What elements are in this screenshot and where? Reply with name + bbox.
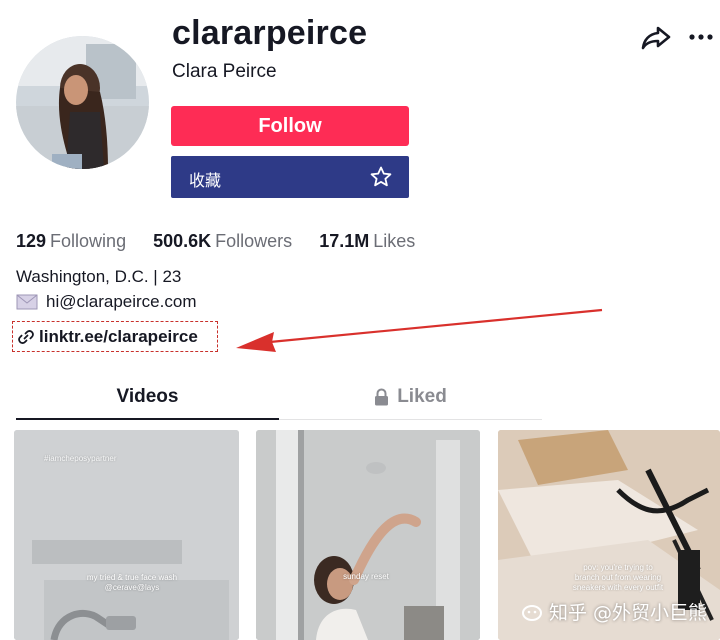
bio-location: Washington, D.C. | 23 [16,267,182,286]
bio-link-text: linktr.ee/clarapeirce [39,326,198,346]
stat-following[interactable]: 129 Following [16,231,126,252]
share-button[interactable] [640,24,672,52]
tab-liked[interactable]: Liked [279,380,542,420]
video-thumbnail[interactable]: sunday reset [256,430,480,640]
video-2-scene [256,430,480,640]
avatar[interactable] [16,36,149,169]
video-thumbnail[interactable]: #iamcheposypartner my tried & true face … [14,430,239,640]
username: clararpeirce [172,14,368,52]
stat-label: Likes [373,231,416,251]
stat-followers[interactable]: 500.6K Followers [153,231,292,252]
bio-link[interactable]: linktr.ee/clarapeirce [12,321,218,352]
follow-button[interactable]: Follow [171,106,409,146]
stat-label: Followers [215,231,293,251]
video-caption: my tried & true face wash @cerave@lays [86,573,178,592]
stat-value: 500.6K [153,231,212,251]
stat-value: 17.1M [319,231,370,251]
mail-icon [16,294,38,310]
bio-email-row: hi@clarapeirce.com [16,292,196,312]
watermark: 知乎 @外贸小巨熊 [521,598,707,625]
more-options-button[interactable] [686,26,716,48]
stat-label: Following [50,231,127,251]
watermark-icon [522,604,542,621]
lock-icon [375,388,389,406]
share-icon [641,26,671,50]
favorite-label: 收藏 [189,171,222,190]
video-caption: sunday reset [343,572,389,581]
more-icon [689,34,713,40]
tab-videos[interactable]: Videos [16,380,279,420]
active-tab-indicator [16,418,279,420]
stat-likes: 17.1M Likes [319,231,415,252]
link-icon [18,329,34,344]
stat-value: 129 [16,231,47,251]
tab-liked-label: Liked [397,386,447,407]
avatar-photo [16,36,149,169]
video-caption: pov: you're trying to branch out from we… [572,563,664,592]
profile-stats: 129 Following 500.6K Followers 17.1M Likes [16,231,437,252]
display-name: Clara Peirce [172,61,277,82]
star-icon [370,166,392,187]
bio-email: hi@clarapeirce.com [46,292,197,311]
watermark-text: 知乎 @外贸小巨熊 [549,602,708,624]
favorite-button[interactable]: 收藏 [171,156,409,198]
annotation-arrow [236,308,603,352]
tabs-divider [279,419,542,420]
video-overlay-text: #iamcheposypartner [44,454,117,463]
